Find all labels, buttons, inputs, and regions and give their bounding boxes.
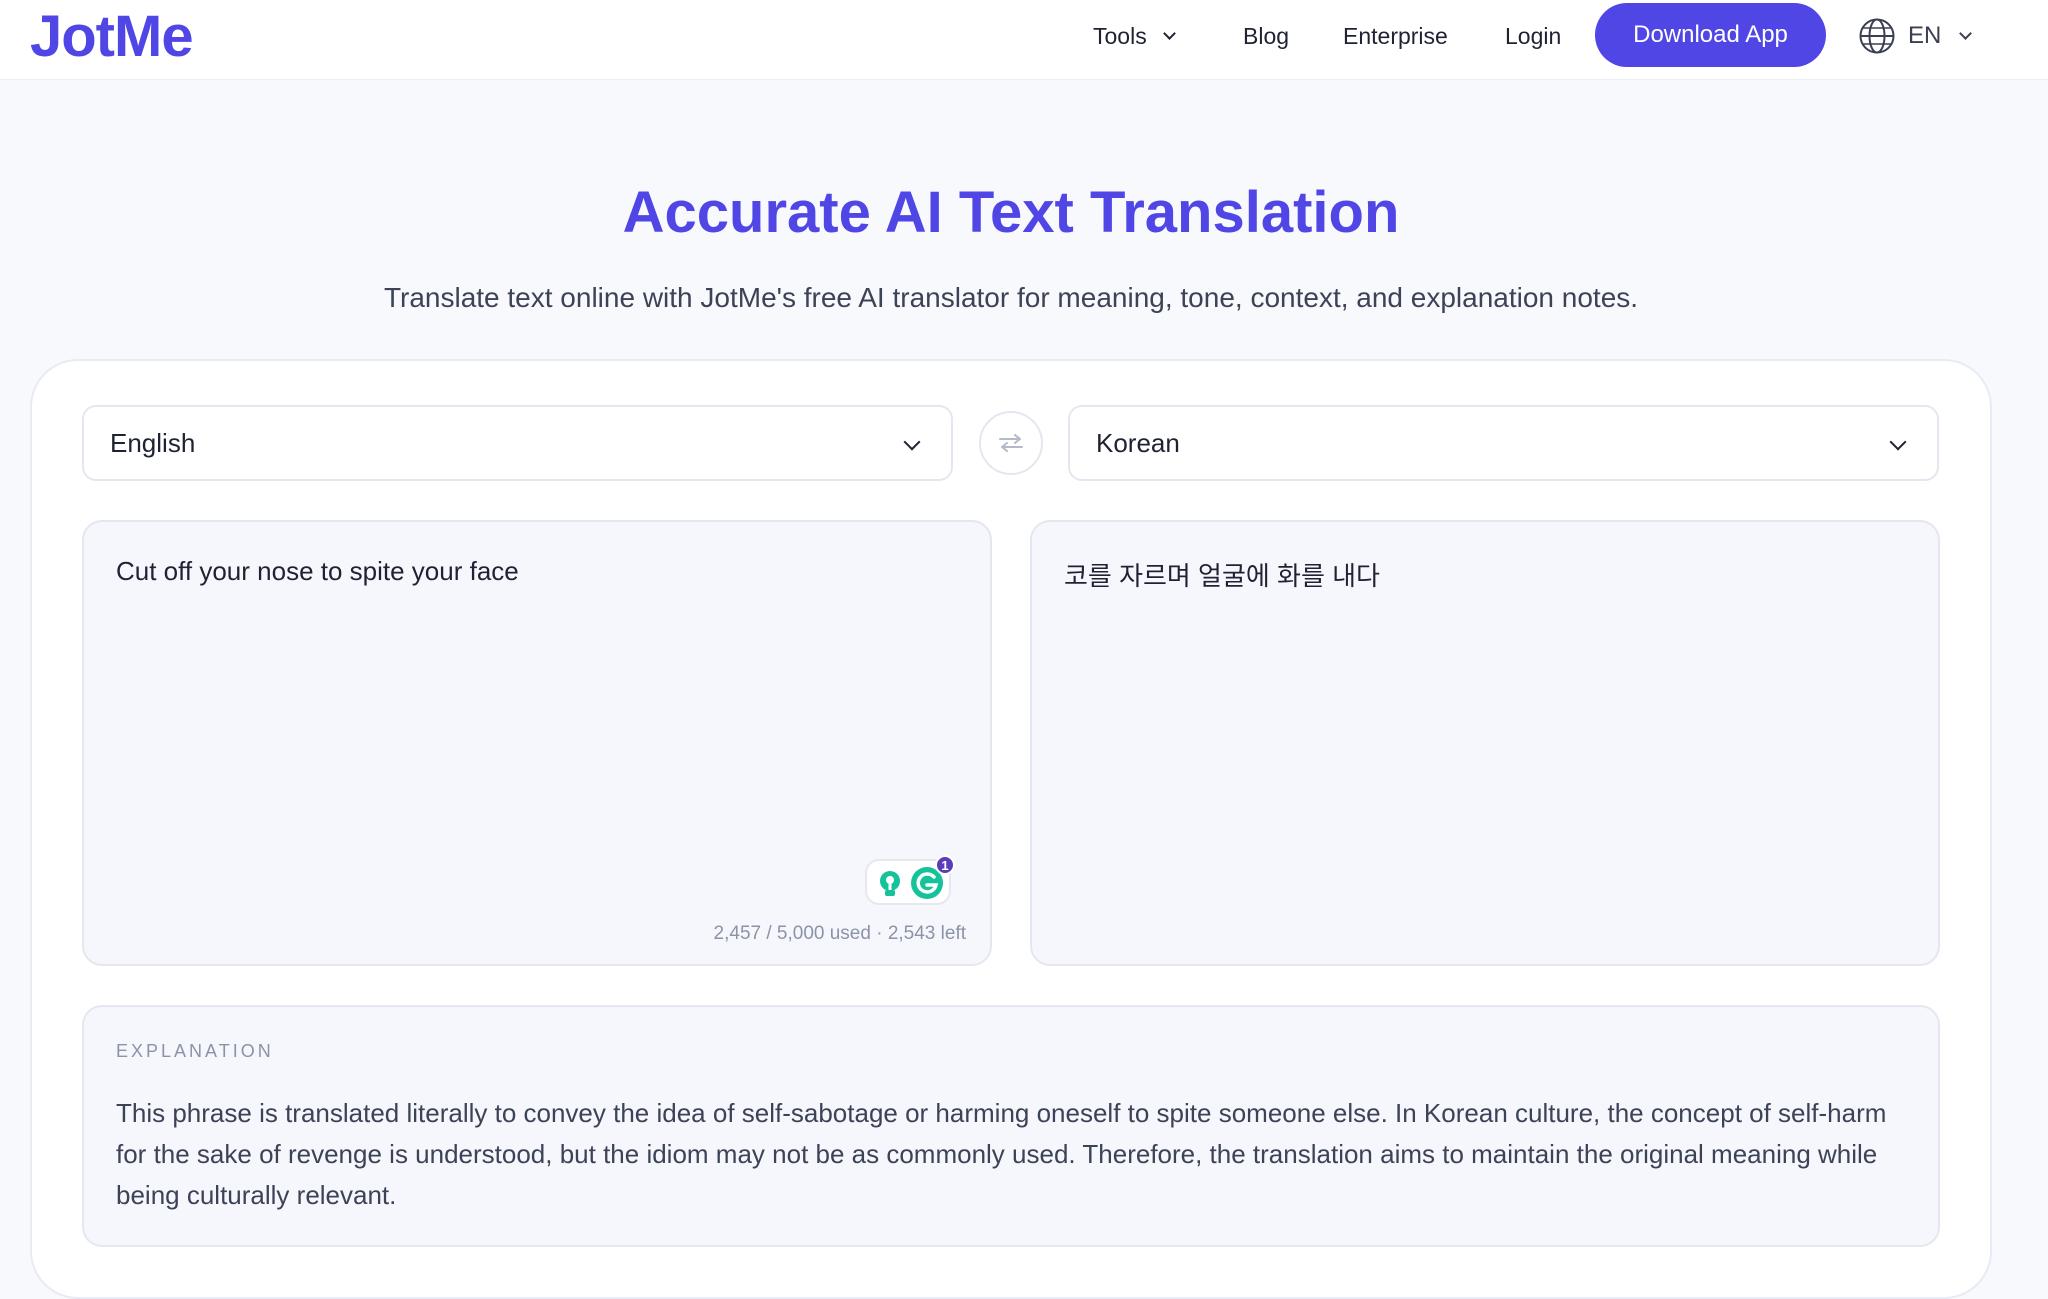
jotme-logo[interactable]: JotMe — [30, 4, 194, 70]
source-text-area[interactable]: Cut off your nose to spite your face 1 2… — [82, 520, 992, 966]
download-app-button[interactable]: Download App — [1595, 3, 1826, 67]
explanation-panel: EXPLANATION This phrase is translated li… — [82, 1005, 1940, 1247]
swap-languages-button[interactable] — [979, 411, 1043, 475]
character-usage-counter: 2,457 / 5,000 used · 2,543 left — [713, 923, 966, 944]
nav-tools-label: Tools — [1093, 22, 1147, 49]
explanation-label: EXPLANATION — [116, 1041, 274, 1061]
chevron-down-icon — [1162, 26, 1176, 40]
site-language-code: EN — [1908, 22, 1942, 49]
target-language-select[interactable]: Korean — [1068, 405, 1939, 481]
chevron-down-icon — [903, 433, 921, 451]
grammarly-extension-badge[interactable]: 1 — [865, 855, 955, 905]
page-title: Accurate AI Text Translation — [622, 180, 1400, 245]
lightbulb-icon — [880, 871, 900, 896]
nav-login-link[interactable]: Login — [1505, 0, 1561, 72]
grammarly-suggestion-count: 1 — [935, 855, 955, 875]
target-language-value: Korean — [1096, 427, 1180, 458]
swap-arrows-icon — [999, 434, 1023, 452]
page-subtitle: Translate text online with JotMe's free … — [383, 282, 1639, 313]
source-text[interactable]: Cut off your nose to spite your face — [116, 556, 519, 587]
chevron-down-icon — [1959, 26, 1973, 40]
site-language-selector[interactable]: EN — [1858, 0, 1973, 72]
translated-text[interactable]: 코를 자르며 얼굴에 화를 내다 — [1064, 556, 1380, 593]
translation-output-area[interactable]: 코를 자르며 얼굴에 화를 내다 — [1030, 520, 1940, 966]
globe-icon — [1859, 18, 1895, 54]
nav-blog-link[interactable]: Blog — [1243, 0, 1289, 72]
site-header: JotMe Tools Blog Enterprise Login Downlo… — [0, 0, 2048, 80]
source-language-value: English — [110, 427, 196, 458]
nav-enterprise-link[interactable]: Enterprise — [1343, 0, 1448, 72]
nav-tools-dropdown[interactable]: Tools — [1093, 0, 1176, 72]
chevron-down-icon — [1889, 433, 1907, 451]
source-language-select[interactable]: English — [82, 405, 953, 481]
explanation-text: This phrase is translated literally to c… — [116, 1098, 1887, 1210]
